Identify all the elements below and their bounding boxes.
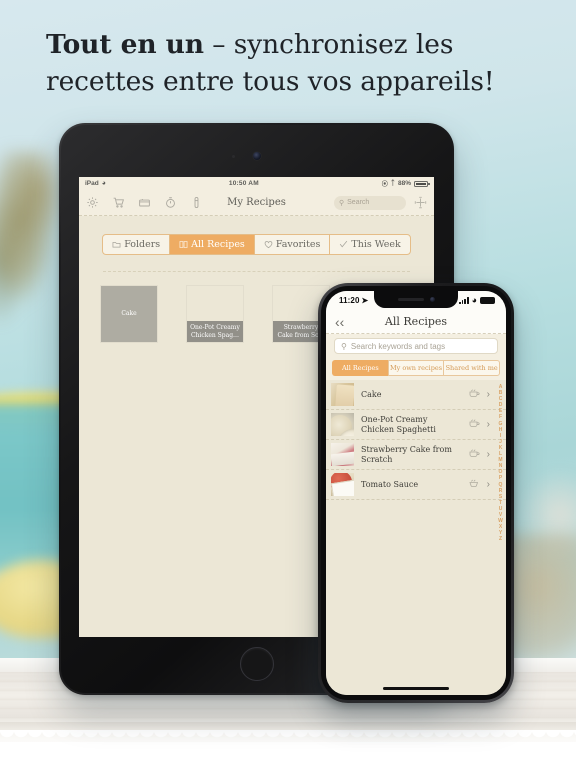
scalloped-border-fill: [0, 742, 576, 768]
ipad-home-button[interactable]: [239, 647, 274, 681]
search-icon: ⚲: [341, 341, 347, 351]
add-icon[interactable]: [414, 196, 427, 209]
ipad-segment-all-recipes[interactable]: All Recipes: [170, 235, 255, 254]
iphone-home-indicator[interactable]: [383, 687, 449, 690]
iphone-recipe-list: Cake › One-Pot Creamy Chicken Spaghetti …: [326, 380, 506, 695]
ipad-segment-all-recipes-label: All Recipes: [191, 239, 245, 250]
iphone-search-input[interactable]: ⚲ Search keywords and tags: [334, 338, 498, 354]
battery-icon: [414, 180, 430, 187]
list-item-title: One-Pot Creamy Chicken Spaghetti: [361, 415, 436, 434]
iphone-segment-all-recipes[interactable]: All Recipes: [332, 360, 388, 376]
alphabet-index-letter[interactable]: Z: [499, 536, 502, 542]
strawberry-cake-thumb: [331, 443, 354, 466]
gear-icon[interactable]: [86, 196, 99, 209]
ipad-light-sensor: [231, 155, 235, 158]
list-item[interactable]: Tomato Sauce ›: [326, 470, 506, 500]
pot-icon: [468, 446, 480, 464]
pot-icon: [468, 386, 480, 404]
pot-icon: [468, 416, 480, 434]
list-item-title: Cake: [361, 389, 382, 399]
list-item-title: Strawberry Cake from Scratch: [361, 445, 452, 464]
ipad-segmented-control-wrap: Folders All Recipes Favorites This Week: [79, 234, 434, 255]
iphone-segment-shared-with-me[interactable]: Shared with me: [443, 360, 501, 376]
ipad-segment-favorites[interactable]: Favorites: [255, 235, 331, 254]
ipad-segment-folders-label: Folders: [124, 239, 161, 250]
bluetooth-icon: ᛏ: [390, 180, 395, 187]
iphone-segment-my-own-recipes[interactable]: My own recipes: [387, 360, 444, 376]
location-arrow-icon: ➤: [361, 296, 369, 305]
thermometer-icon[interactable]: [190, 196, 203, 209]
battery-percent-label: 88%: [397, 180, 411, 187]
cake-thumb: [331, 383, 354, 406]
pasta-thumb: [331, 413, 354, 436]
alphabet-index[interactable]: ABCDEFGHIJKLMNOPQRSTUVWXYZ: [496, 384, 505, 695]
ipad-segment-this-week-label: This Week: [351, 239, 401, 250]
ipad-front-camera: [252, 152, 261, 160]
ipad-clock: 10:50 AM: [228, 180, 259, 187]
heart-icon: [264, 240, 273, 249]
iphone-page-title: All Recipes: [384, 315, 448, 328]
timer-icon[interactable]: [164, 196, 177, 209]
iphone-search-bar: ⚲ Search keywords and tags: [326, 334, 506, 360]
ipad-search-field[interactable]: ⚲ Search: [334, 195, 406, 210]
tomato-sauce-thumb: [331, 473, 354, 496]
ipad-segmented-control: Folders All Recipes Favorites This Week: [102, 234, 411, 255]
headline-bold: Tout en un: [46, 29, 204, 60]
ipad-device-label: iPad: [85, 180, 99, 187]
iphone-segmented-control: All Recipes My own recipes Shared with m…: [326, 360, 506, 380]
shopping-cart-icon[interactable]: [112, 196, 125, 209]
ipad-search-placeholder: Search: [347, 199, 370, 206]
iphone-clock: 11:20: [339, 296, 360, 305]
battery-icon: [480, 296, 495, 305]
ipad-recipe-title: One-Pot Creamy Chicken Spag…: [187, 321, 243, 342]
page-headline: Tout en un – synchronisez les recettes e…: [0, 26, 576, 100]
iphone-device: 11:20 ➤ ◕ ‹‹ All Recipes ⚲ Search keywor…: [318, 283, 514, 703]
iphone-notch: [374, 291, 458, 308]
ipad-segment-this-week[interactable]: This Week: [330, 235, 409, 254]
ipad-segment-favorites-label: Favorites: [275, 239, 321, 250]
recipe-box-icon[interactable]: [138, 196, 151, 209]
folders-icon: [112, 240, 121, 249]
ipad-status-bar: iPad ◕ 10:50 AM ⦿ ᛏ 88%: [79, 177, 434, 190]
back-chevron-icon[interactable]: ‹‹: [335, 315, 344, 329]
check-icon: [339, 240, 348, 249]
location-icon: ⦿: [381, 182, 388, 188]
cellular-signal-icon: [459, 297, 469, 304]
pot-icon: [468, 476, 480, 494]
front-camera: [429, 297, 435, 302]
ipad-recipe-card[interactable]: Cake: [101, 286, 157, 342]
list-item[interactable]: One-Pot Creamy Chicken Spaghetti ›: [326, 410, 506, 440]
ipad-recipe-title: Cake: [101, 286, 157, 342]
earpiece-speaker: [397, 298, 424, 301]
all-recipes-icon: [179, 240, 188, 249]
list-item[interactable]: Strawberry Cake from Scratch ›: [326, 440, 506, 470]
wifi-icon: ◕: [471, 295, 477, 305]
ipad-toolbar: My Recipes ⚲ Search: [79, 190, 434, 216]
iphone-screen: 11:20 ➤ ◕ ‹‹ All Recipes ⚲ Search keywor…: [326, 291, 506, 695]
list-item[interactable]: Cake ›: [326, 380, 506, 410]
iphone-nav-bar: ‹‹ All Recipes: [326, 310, 506, 334]
list-item-title: Tomato Sauce: [361, 479, 419, 489]
ipad-segment-folders[interactable]: Folders: [103, 235, 171, 254]
ipad-recipe-card[interactable]: One-Pot Creamy Chicken Spag…: [187, 286, 243, 342]
search-icon: ⚲: [339, 199, 345, 207]
iphone-search-placeholder: Search keywords and tags: [350, 341, 446, 351]
